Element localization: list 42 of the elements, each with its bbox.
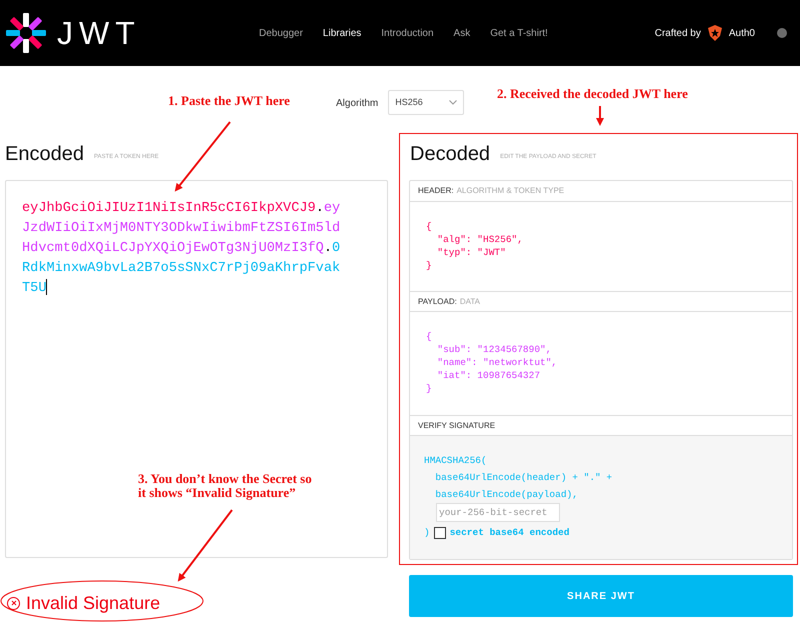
pinwheel-icon [5,12,47,54]
secret-field[interactable]: your-256-bit-secret [436,503,560,522]
code-line: "name": "networktut", [436,356,558,369]
nav-link[interactable]: Debugger [259,26,303,40]
section-sublabel: ALGORITHM & TOKEN TYPE [456,185,564,197]
annotation-text: 2. Received the decoded JWT here [497,87,688,101]
nav-link[interactable]: Libraries [322,26,362,40]
code-line: { [426,330,433,343]
nav-link[interactable]: Get a T-shirt! [490,26,548,40]
code-line: "sub": "1234567890", [436,343,552,356]
logo-wordmark[interactable]: JWT [57,17,141,49]
code-line: HMACSHA256( [424,454,487,468]
brand-link[interactable]: Auth0 [728,26,755,40]
section-sublabel: DATA [460,296,480,308]
code-line: { [426,220,433,233]
code-line: "typ": "JWT" [436,246,507,259]
section-title: Encoded [5,142,84,167]
code-line: } [426,259,433,272]
code-line: } [426,382,433,395]
section-label: PAYLOAD: [418,296,457,308]
annotation-text: 3. You don’t know the Secret so it shows “Invalid Signature” [138,472,312,500]
code-line: ) [424,526,430,540]
crafted-by-label: Crafted by [654,26,701,40]
status-message: Invalid Signature [26,592,160,615]
star-shield-icon [706,25,723,41]
caret-icon [449,100,458,105]
algorithm-label: Algorithm [336,97,378,111]
code-line: "iat": 10987654327 [436,369,542,382]
code-line: base64UrlEncode(payload), [434,488,578,502]
section-label: VERIFY SIGNATURE [418,420,496,432]
algorithm-select[interactable]: HS256 [388,90,464,115]
checkbox-label: secret base64 encoded [450,526,570,540]
checkbox[interactable] [434,526,446,538]
annotation-text: 1. Paste the JWT here [168,94,290,108]
code-line: base64UrlEncode(header) + "." + [434,471,612,485]
arrow [174,121,231,192]
section-title: Decoded [410,142,490,167]
section-label: HEADER: [418,185,454,197]
nav-link[interactable]: Ask [454,26,470,40]
arrow [596,106,604,126]
nav-link[interactable]: Introduction [381,26,434,40]
code-line: "alg": "HS256", [436,233,524,246]
